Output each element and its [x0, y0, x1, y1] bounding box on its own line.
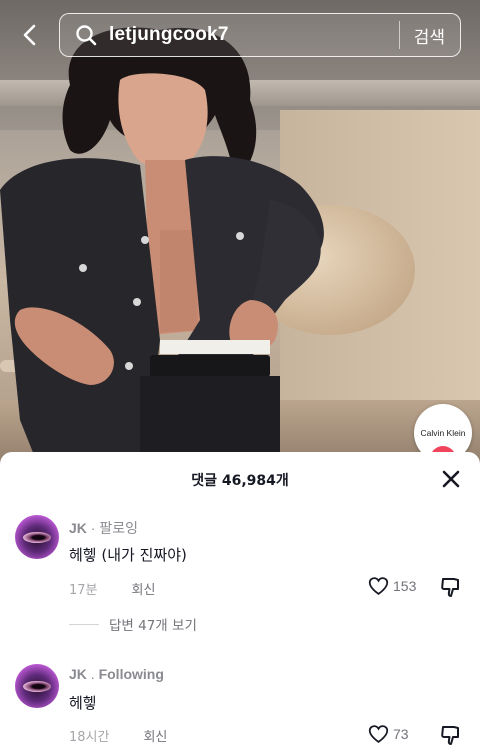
- comment-text: 헤헿: [69, 694, 97, 712]
- brand-badge-label: Calvin Klein: [420, 428, 466, 438]
- comment-meta: 17분 회신: [69, 579, 155, 598]
- comment-meta: 18시간 회신: [69, 726, 167, 745]
- comment-author-relation: Following: [98, 666, 164, 682]
- back-button[interactable]: [14, 20, 44, 50]
- like-button[interactable]: 73: [368, 724, 409, 744]
- thumbs-down-icon[interactable]: [440, 576, 462, 598]
- close-icon[interactable]: [438, 466, 464, 492]
- comment-separator: .: [86, 666, 99, 682]
- view-replies-button[interactable]: 답변 47개 보기: [69, 614, 197, 634]
- reply-button[interactable]: 회신: [143, 726, 167, 745]
- comment-author-line[interactable]: JK . Following: [69, 666, 164, 682]
- like-count: 153: [393, 578, 417, 594]
- comment-time: 18시간: [69, 730, 110, 745]
- replies-divider: [69, 623, 99, 625]
- like-button[interactable]: 153: [368, 576, 416, 596]
- comment-time: 17분: [69, 583, 98, 598]
- thumbs-down-icon[interactable]: [440, 724, 462, 746]
- avatar[interactable]: [15, 515, 59, 559]
- video-subject: [0, 27, 324, 470]
- search-icon: [76, 25, 97, 46]
- comment-author-relation: 팔로잉: [99, 520, 138, 536]
- comments-sheet: 댓글 46,984개 JK · 팔로잉 헤헿 (내가 진짜야) 17분 회신 1…: [0, 452, 480, 755]
- comment-author-line[interactable]: JK · 팔로잉: [69, 518, 138, 538]
- heart-icon: [368, 577, 389, 595]
- comment-author: JK: [69, 666, 87, 682]
- comments-title: 댓글 46,984개: [191, 473, 289, 489]
- video-player[interactable]: Calvin Klein: [0, 0, 480, 470]
- comment-separator: ·: [86, 520, 100, 536]
- chevron-left-icon: [23, 24, 36, 46]
- avatar[interactable]: [15, 664, 59, 708]
- comment-author: JK: [69, 520, 87, 536]
- search-bar[interactable]: letjungcook7 검색: [59, 13, 461, 57]
- comment-text: 헤헿 (내가 진짜야): [69, 546, 187, 564]
- like-count: 73: [393, 726, 409, 742]
- search-input[interactable]: letjungcook7: [109, 24, 399, 46]
- search-button[interactable]: 검색: [400, 23, 460, 48]
- reply-button[interactable]: 회신: [132, 579, 156, 598]
- view-replies-label: 답변 47개 보기: [109, 618, 197, 634]
- heart-icon: [368, 725, 389, 743]
